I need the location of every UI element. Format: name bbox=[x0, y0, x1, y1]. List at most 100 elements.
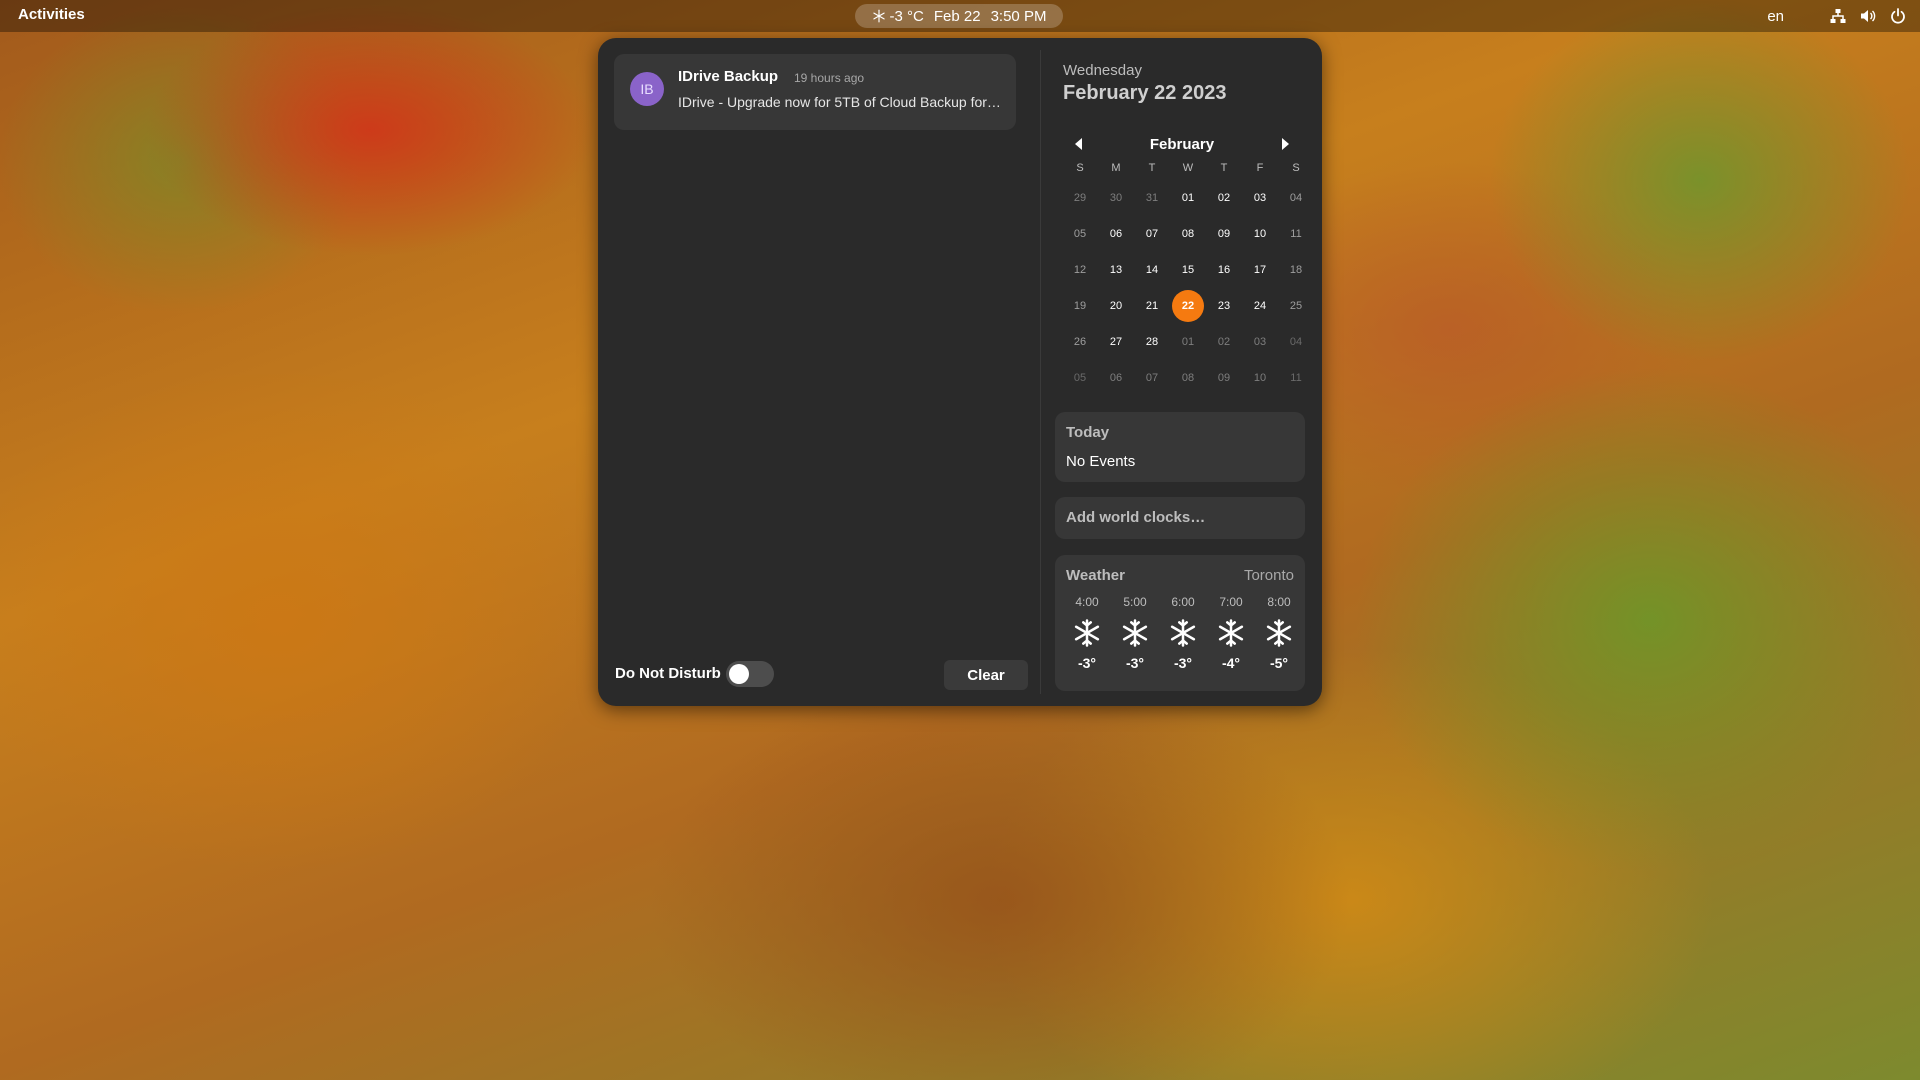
next-month-button[interactable] bbox=[1276, 136, 1294, 154]
chevron-right-icon bbox=[1282, 137, 1289, 150]
do-not-disturb-toggle[interactable] bbox=[726, 661, 774, 687]
toggle-knob bbox=[729, 664, 749, 684]
forecast-item: 8:00 -5° bbox=[1255, 595, 1303, 671]
calendar-day[interactable]: 20 bbox=[1098, 288, 1134, 324]
calendar-day[interactable]: 12 bbox=[1062, 252, 1098, 288]
calendar-day[interactable]: 04 bbox=[1278, 324, 1314, 360]
forecast-hour: 4:00 bbox=[1075, 595, 1099, 609]
date-time-button[interactable]: -3 °C Feb 22 3:50 PM bbox=[855, 4, 1063, 28]
day-header: T bbox=[1148, 162, 1156, 174]
date-menu-popover: IB IDrive Backup 19 hours ago IDrive - U… bbox=[598, 38, 1322, 706]
calendar-week: 05 06 07 08 09 10 11 bbox=[1062, 216, 1314, 252]
calendar-day[interactable]: 06 bbox=[1098, 216, 1134, 252]
calendar-day[interactable]: 05 bbox=[1062, 216, 1098, 252]
network-wired-icon[interactable] bbox=[1830, 8, 1846, 24]
calendar-day[interactable]: 03 bbox=[1242, 324, 1278, 360]
calendar-day[interactable]: 19 bbox=[1062, 288, 1098, 324]
app-avatar: IB bbox=[630, 72, 664, 106]
calendar-day[interactable]: 23 bbox=[1206, 288, 1242, 324]
calendar-day[interactable]: 11 bbox=[1278, 360, 1314, 396]
calendar-day[interactable]: 29 bbox=[1062, 180, 1098, 216]
volume-icon[interactable] bbox=[1860, 8, 1876, 24]
notification-app-name: IDrive Backup bbox=[678, 68, 779, 85]
calendar-day[interactable]: 07 bbox=[1134, 360, 1170, 396]
snowflake-icon bbox=[1218, 619, 1244, 647]
calendar-day[interactable]: 15 bbox=[1170, 252, 1206, 288]
calendar-week: 19 20 21 22 23 24 25 bbox=[1062, 288, 1314, 324]
day-header: F bbox=[1256, 162, 1264, 174]
weather-title: Weather bbox=[1066, 567, 1125, 584]
calendar-grid: S M T W T F S 29 30 31 01 02 03 04 05 06… bbox=[1062, 162, 1314, 396]
calendar-day[interactable]: 07 bbox=[1134, 216, 1170, 252]
calendar-day[interactable]: 09 bbox=[1206, 216, 1242, 252]
calendar-day[interactable]: 13 bbox=[1098, 252, 1134, 288]
events-card[interactable]: Today No Events bbox=[1055, 412, 1305, 482]
calendar-day[interactable]: 02 bbox=[1206, 324, 1242, 360]
day-header: S bbox=[1076, 162, 1084, 174]
forecast-temp: -5° bbox=[1269, 655, 1289, 671]
current-full-date: February 22 2023 bbox=[1063, 82, 1227, 104]
forecast-item: 7:00 -4° bbox=[1207, 595, 1255, 671]
calendar-day-today[interactable]: 22 bbox=[1170, 288, 1206, 324]
weather-card[interactable]: Weather Toronto 4:00 -3° 5:00 -3° 6:00 -… bbox=[1055, 555, 1305, 691]
calendar-day[interactable]: 24 bbox=[1242, 288, 1278, 324]
activities-button[interactable]: Activities bbox=[18, 6, 85, 23]
calendar-day[interactable]: 14 bbox=[1134, 252, 1170, 288]
topbar-time: 3:50 PM bbox=[990, 7, 1047, 25]
calendar-week: 29 30 31 01 02 03 04 bbox=[1062, 180, 1314, 216]
system-tray[interactable]: en bbox=[1767, 4, 1906, 28]
top-bar: Activities -3 °C Feb 22 3:50 PM en bbox=[0, 0, 1920, 32]
day-header: S bbox=[1292, 162, 1300, 174]
calendar-day[interactable]: 06 bbox=[1098, 360, 1134, 396]
calendar-day[interactable]: 03 bbox=[1242, 180, 1278, 216]
world-clocks-button[interactable]: Add world clocks… bbox=[1055, 497, 1305, 539]
day-header: T bbox=[1220, 162, 1228, 174]
forecast-hour: 7:00 bbox=[1219, 595, 1243, 609]
calendar-day[interactable]: 01 bbox=[1170, 180, 1206, 216]
day-header: W bbox=[1182, 162, 1194, 174]
calendar-day[interactable]: 08 bbox=[1170, 216, 1206, 252]
calendar-day[interactable]: 08 bbox=[1170, 360, 1206, 396]
calendar-day[interactable]: 09 bbox=[1206, 360, 1242, 396]
calendar-week: 26 27 28 01 02 03 04 bbox=[1062, 324, 1314, 360]
calendar-day[interactable]: 04 bbox=[1278, 180, 1314, 216]
snowflake-icon bbox=[1266, 619, 1292, 647]
calendar-day[interactable]: 25 bbox=[1278, 288, 1314, 324]
forecast-item: 4:00 -3° bbox=[1063, 595, 1111, 671]
keyboard-language-indicator[interactable]: en bbox=[1767, 8, 1784, 25]
month-label: February bbox=[1149, 136, 1215, 153]
forecast-item: 6:00 -3° bbox=[1159, 595, 1207, 671]
calendar-day[interactable]: 11 bbox=[1278, 216, 1314, 252]
calendar-day[interactable]: 10 bbox=[1242, 216, 1278, 252]
current-weekday: Wednesday bbox=[1063, 62, 1142, 79]
calendar-week: 12 13 14 15 16 17 18 bbox=[1062, 252, 1314, 288]
calendar-day[interactable]: 16 bbox=[1206, 252, 1242, 288]
clear-notifications-button[interactable]: Clear bbox=[944, 660, 1028, 690]
notification-card[interactable]: IB IDrive Backup 19 hours ago IDrive - U… bbox=[614, 54, 1016, 130]
events-status: No Events bbox=[1066, 453, 1136, 470]
power-icon[interactable] bbox=[1890, 8, 1906, 24]
calendar-day[interactable]: 17 bbox=[1242, 252, 1278, 288]
calendar-day[interactable]: 31 bbox=[1134, 180, 1170, 216]
today-highlight: 22 bbox=[1172, 290, 1204, 322]
snowflake-icon bbox=[1122, 619, 1148, 647]
do-not-disturb-label: Do Not Disturb bbox=[615, 665, 721, 682]
calendar-week: 05 06 07 08 09 10 11 bbox=[1062, 360, 1314, 396]
calendar-day[interactable]: 10 bbox=[1242, 360, 1278, 396]
calendar-day[interactable]: 27 bbox=[1098, 324, 1134, 360]
calendar-day[interactable]: 28 bbox=[1134, 324, 1170, 360]
snowflake-icon bbox=[872, 9, 885, 23]
calendar-day[interactable]: 26 bbox=[1062, 324, 1098, 360]
calendar-day[interactable]: 01 bbox=[1170, 324, 1206, 360]
weather-forecast: 4:00 -3° 5:00 -3° 6:00 -3° 7:00 -4° 8:00 bbox=[1063, 595, 1303, 671]
forecast-temp: -3° bbox=[1173, 655, 1193, 671]
calendar-day[interactable]: 30 bbox=[1098, 180, 1134, 216]
calendar-day[interactable]: 18 bbox=[1278, 252, 1314, 288]
calendar-day[interactable]: 05 bbox=[1062, 360, 1098, 396]
weather-temperature: -3 °C bbox=[889, 7, 924, 25]
forecast-temp: -3° bbox=[1125, 655, 1145, 671]
world-clocks-label: Add world clocks… bbox=[1066, 509, 1206, 526]
calendar-day[interactable]: 02 bbox=[1206, 180, 1242, 216]
snowflake-icon bbox=[1074, 619, 1100, 647]
calendar-day[interactable]: 21 bbox=[1134, 288, 1170, 324]
